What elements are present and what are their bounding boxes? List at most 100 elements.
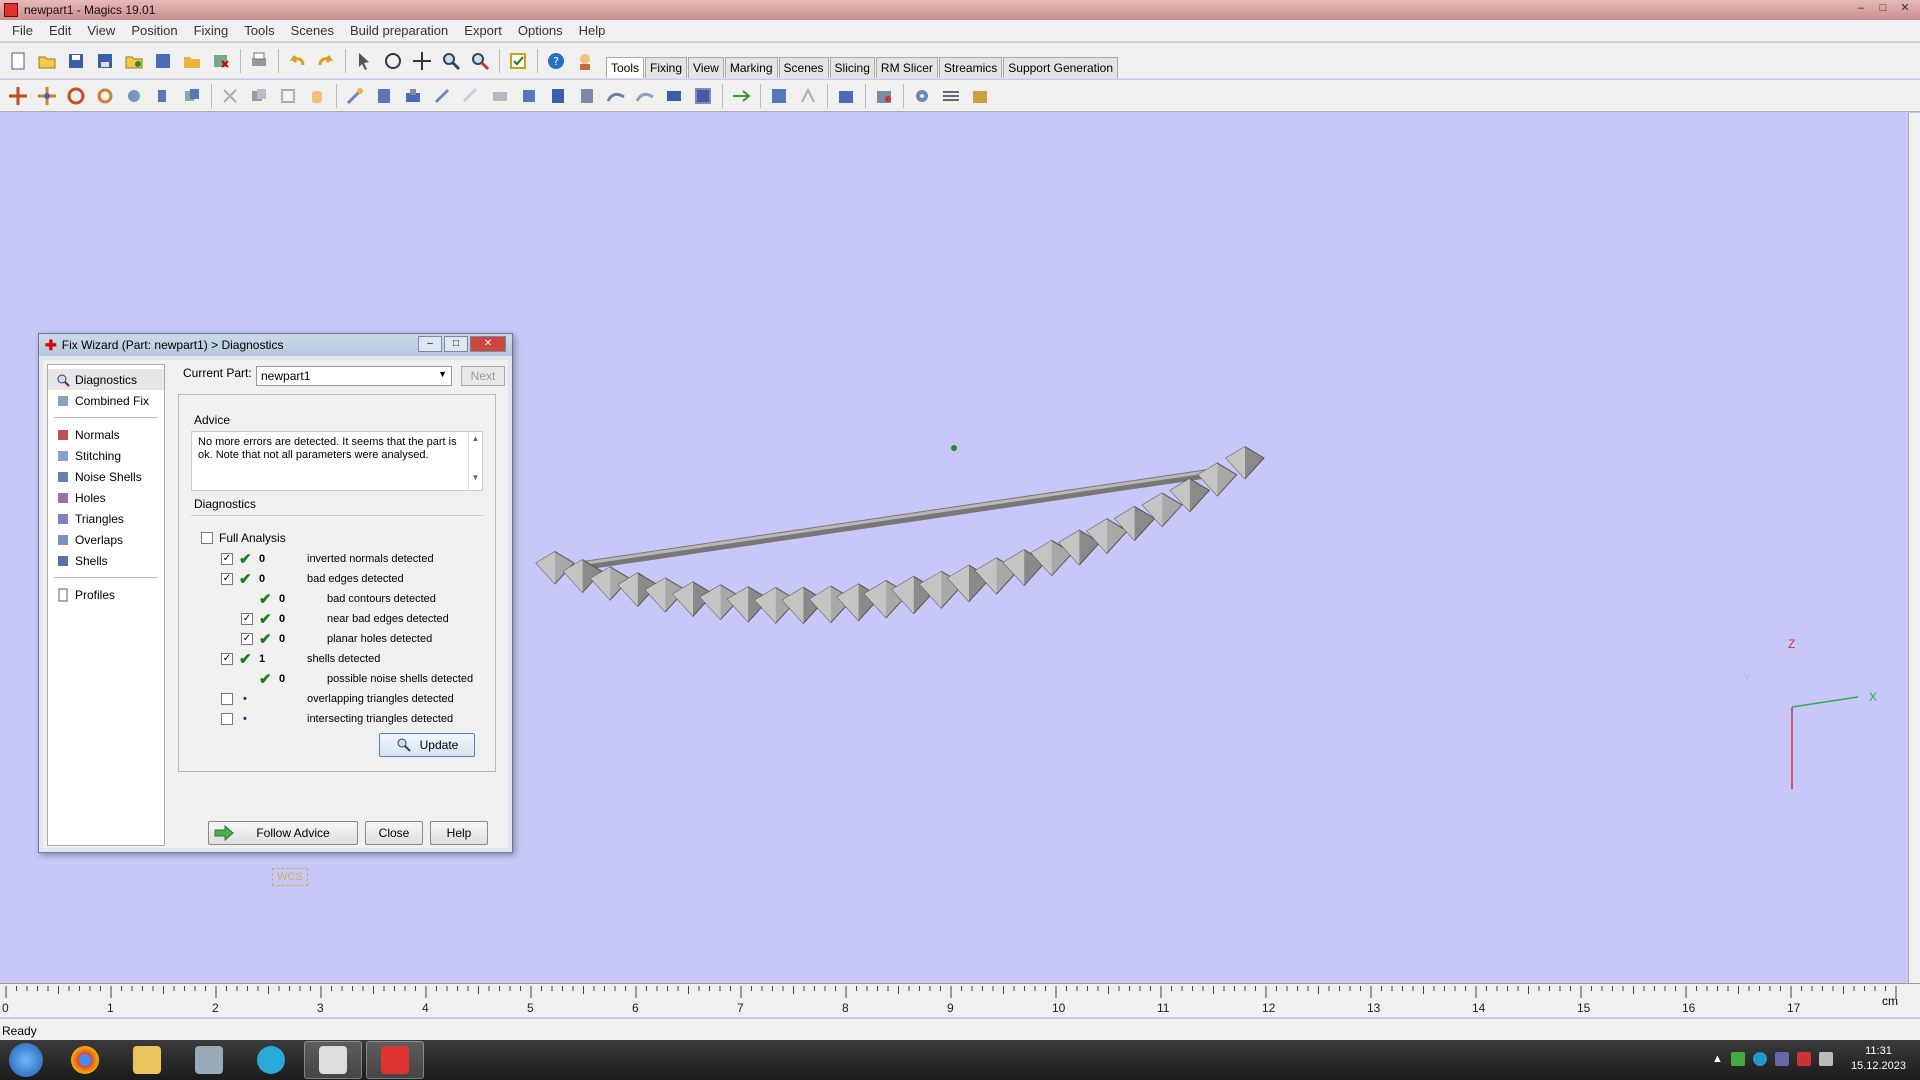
help-icon[interactable]: ? <box>542 47 570 75</box>
new-file-button[interactable] <box>4 47 32 75</box>
analysis-tool-icon[interactable] <box>794 82 822 110</box>
current-part-select[interactable]: newpart1 ▼ <box>256 366 452 386</box>
gear-icon[interactable] <box>908 82 936 110</box>
surface-tool-icon[interactable] <box>631 82 659 110</box>
shell-tool-icon[interactable] <box>370 82 398 110</box>
save-button[interactable] <box>62 47 90 75</box>
tray-expand-icon[interactable]: ▲ <box>1712 1053 1723 1065</box>
nav-item-combined-fix[interactable]: Combined Fix <box>48 390 164 411</box>
smooth-tool-icon[interactable] <box>428 82 456 110</box>
translate-tool-icon[interactable] <box>4 82 32 110</box>
near-bad-edges-checkbox[interactable]: ✓ <box>241 613 253 625</box>
clock[interactable]: 11:31 15.12.2023 <box>1851 1044 1906 1074</box>
help-button[interactable]: Help <box>430 821 488 845</box>
boolean-tool-icon[interactable] <box>245 82 273 110</box>
intersecting-triangles-checkbox[interactable] <box>221 713 233 725</box>
menu-build-preparation[interactable]: Build preparation <box>342 21 456 40</box>
advice-scrollbar[interactable]: ▲ ▼ <box>468 432 482 490</box>
nav-item-overlaps[interactable]: Overlaps <box>48 529 164 550</box>
follow-advice-button[interactable]: Follow Advice <box>208 821 358 845</box>
menu-fixing[interactable]: Fixing <box>186 21 237 40</box>
checklist-button[interactable] <box>504 47 532 75</box>
taskbar-chrome[interactable] <box>56 1041 114 1079</box>
box-select-icon[interactable] <box>660 82 688 110</box>
redo-button[interactable] <box>312 47 340 75</box>
tab-streamics[interactable]: Streamics <box>938 57 1003 78</box>
duplicate-part-icon[interactable] <box>178 82 206 110</box>
menu-view[interactable]: View <box>79 21 123 40</box>
offset-tool-icon[interactable] <box>341 82 369 110</box>
vpn-tray-icon[interactable] <box>1752 1052 1767 1066</box>
rotate-view-button[interactable] <box>379 47 407 75</box>
box-tool-icon[interactable] <box>515 82 543 110</box>
nav-item-shells[interactable]: Shells <box>48 550 164 571</box>
volume-icon[interactable] <box>1818 1052 1833 1066</box>
load-project-button[interactable] <box>178 47 206 75</box>
minimize-button[interactable]: – <box>1852 2 1870 16</box>
nav-item-triangles[interactable]: Triangles <box>48 508 164 529</box>
menu-tools[interactable]: Tools <box>236 21 282 40</box>
tab-rm-slicer[interactable]: RM Slicer <box>875 57 938 78</box>
taskbar-paint[interactable] <box>180 1041 238 1079</box>
measure-tool-icon[interactable] <box>765 82 793 110</box>
taskbar-app[interactable] <box>304 1041 362 1079</box>
next-button[interactable]: Next <box>461 366 505 386</box>
menu-edit[interactable]: Edit <box>41 21 79 40</box>
nav-item-normals[interactable]: Normals <box>48 424 164 445</box>
overlapping-triangles-checkbox[interactable] <box>221 693 233 705</box>
rotate-part-icon[interactable] <box>62 82 90 110</box>
menu-scenes[interactable]: Scenes <box>283 21 342 40</box>
dialog-close-button[interactable]: ✕ <box>470 336 506 352</box>
save-as-button[interactable] <box>91 47 119 75</box>
curve-tool-icon[interactable] <box>602 82 630 110</box>
advice-textbox[interactable]: No more errors are detected. It seems th… <box>191 431 483 491</box>
menu-help[interactable]: Help <box>571 21 614 40</box>
close-button[interactable]: Close <box>365 821 423 845</box>
language-icon[interactable] <box>1774 1052 1789 1066</box>
translate-part-icon[interactable] <box>33 82 61 110</box>
undo-button[interactable] <box>283 47 311 75</box>
tab-slicing[interactable]: Slicing <box>829 57 875 78</box>
tab-fixing[interactable]: Fixing <box>645 57 688 78</box>
dialog-maximize-button[interactable]: □ <box>444 336 468 352</box>
platform-tool-icon[interactable] <box>870 82 898 110</box>
unload-part-button[interactable] <box>207 47 235 75</box>
menu-options[interactable]: Options <box>510 21 571 40</box>
network-icon[interactable] <box>1730 1052 1745 1066</box>
rotate-free-icon[interactable] <box>91 82 119 110</box>
shells-checkbox[interactable]: ✓ <box>221 653 233 665</box>
taskbar-explorer[interactable] <box>118 1041 176 1079</box>
zoom-button[interactable] <box>437 47 465 75</box>
save-part-button[interactable] <box>149 47 177 75</box>
cut-tool-icon[interactable] <box>216 82 244 110</box>
start-button[interactable] <box>0 1040 52 1080</box>
viewport-right-bar[interactable] <box>1908 113 1920 983</box>
align-tool-icon[interactable] <box>727 82 755 110</box>
close-window-button[interactable]: ✕ <box>1896 2 1914 16</box>
nav-item-holes[interactable]: Holes <box>48 487 164 508</box>
nav-item-noise-shells[interactable]: Noise Shells <box>48 466 164 487</box>
zoom-out-button[interactable] <box>466 47 494 75</box>
pan-view-button[interactable] <box>408 47 436 75</box>
bad-edges-checkbox[interactable]: ✓ <box>221 573 233 585</box>
update-button[interactable]: Update <box>379 733 475 757</box>
flag-icon[interactable] <box>1796 1052 1811 1066</box>
export-tool-icon[interactable] <box>832 82 860 110</box>
menu-file[interactable]: File <box>4 21 41 40</box>
inverted-normals-checkbox[interactable]: ✓ <box>221 553 233 565</box>
label-tool-icon[interactable] <box>486 82 514 110</box>
slices-icon[interactable] <box>937 82 965 110</box>
hollow-tool-icon[interactable] <box>274 82 302 110</box>
print-button[interactable] <box>245 47 273 75</box>
rescale-part-icon[interactable] <box>149 82 177 110</box>
tab-view[interactable]: View <box>688 57 724 78</box>
taskbar-vpn[interactable] <box>242 1041 300 1079</box>
mirror-part-icon[interactable] <box>120 82 148 110</box>
menu-position[interactable]: Position <box>123 21 185 40</box>
tab-support-generation[interactable]: Support Generation <box>1003 57 1119 78</box>
import-part-button[interactable] <box>120 47 148 75</box>
tab-scenes[interactable]: Scenes <box>778 57 829 78</box>
open-folder-button[interactable] <box>33 47 61 75</box>
frame-select-icon[interactable] <box>689 82 717 110</box>
menu-export[interactable]: Export <box>456 21 510 40</box>
